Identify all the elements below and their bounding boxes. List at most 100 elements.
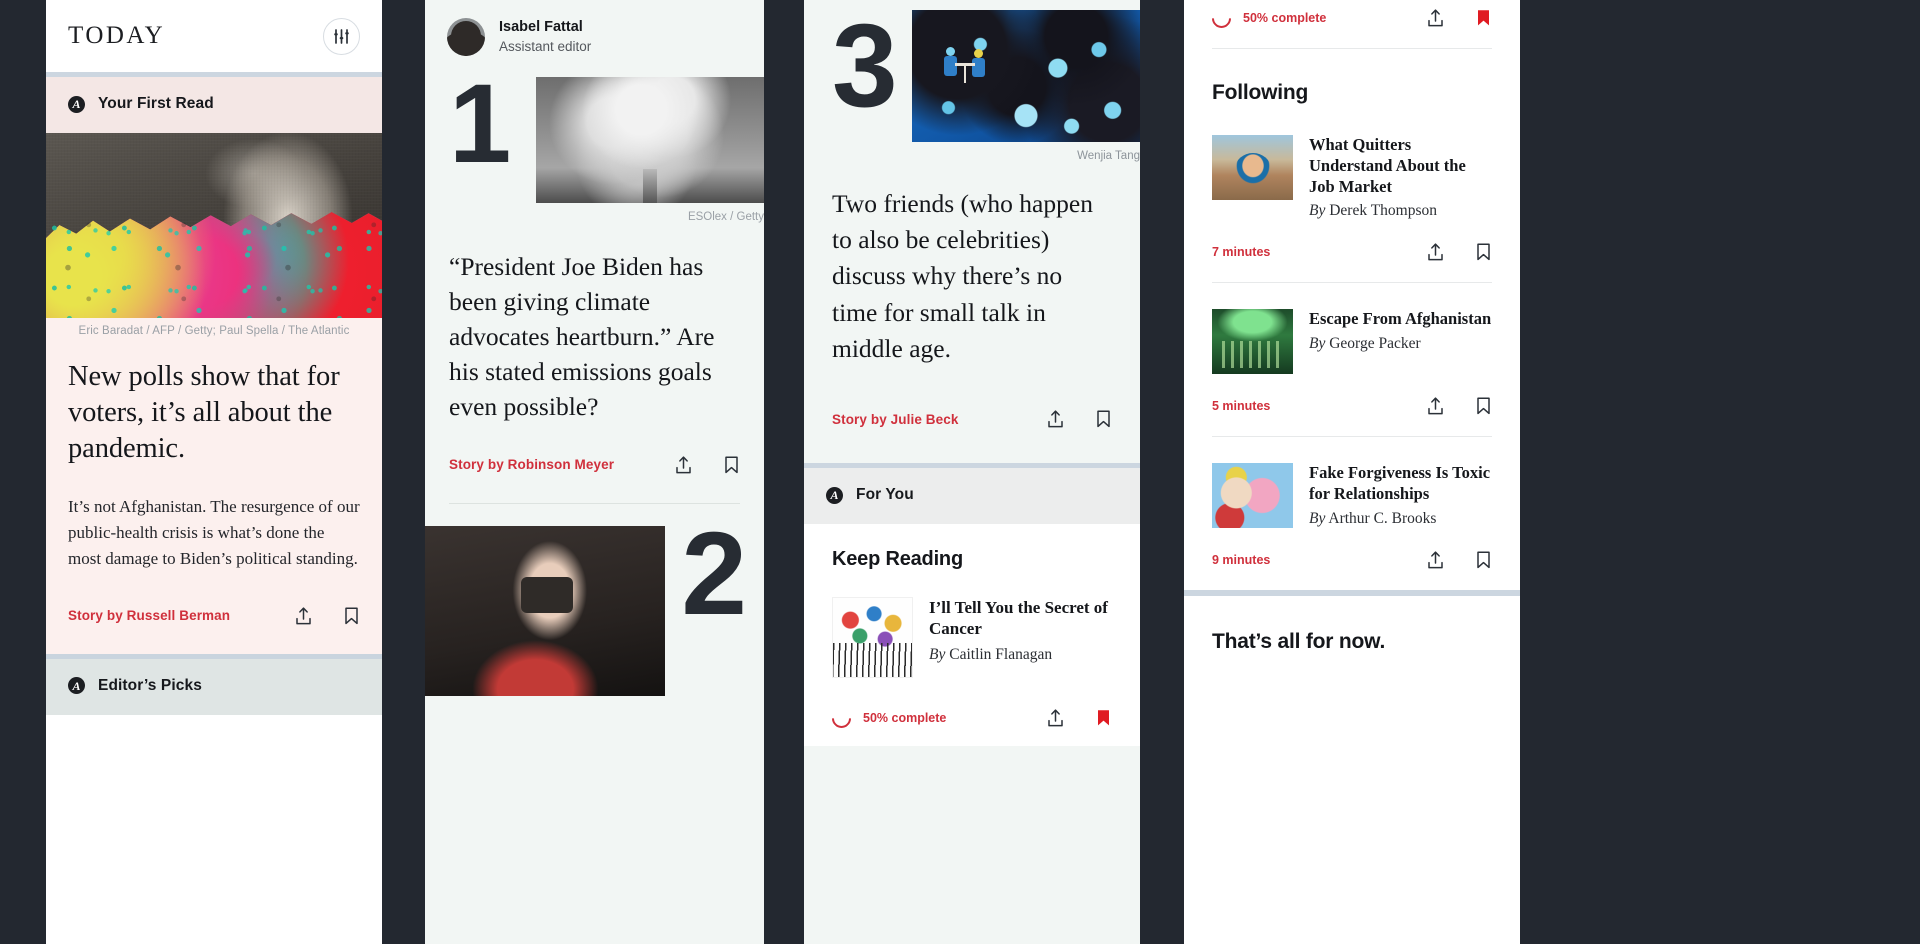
- hero-credit: Eric Baradat / AFP / Getty; Paul Spella …: [46, 318, 382, 337]
- author-role: Assistant editor: [499, 38, 592, 54]
- panel-today: TODAY A Your First Read Eric Baradat / A…: [46, 0, 382, 944]
- article-author: By George Packer: [1309, 335, 1491, 353]
- share-icon[interactable]: [674, 455, 693, 475]
- by-prefix: By: [929, 645, 946, 663]
- share-icon[interactable]: [1426, 8, 1445, 28]
- progress-row: 50% complete: [1184, 0, 1520, 32]
- figures-illustration: [943, 46, 996, 93]
- list-item[interactable]: I’ll Tell You the Secret of Cancer By Ca…: [832, 571, 1112, 679]
- bookmark-filled-icon[interactable]: [1475, 8, 1492, 28]
- today-wordmark: TODAY: [68, 22, 166, 49]
- gutter-1-2: [382, 0, 425, 944]
- action-icons: [1426, 550, 1492, 570]
- list-item[interactable]: Escape From Afghanistan By George Packer: [1212, 283, 1492, 375]
- by-prefix: By: [1309, 509, 1326, 527]
- sliders-icon[interactable]: [323, 17, 360, 55]
- hero-image[interactable]: [46, 133, 382, 318]
- following-block: Following What Quitters Understand About…: [1184, 48, 1520, 590]
- share-icon[interactable]: [1426, 242, 1445, 262]
- section-your-first-read[interactable]: A Your First Read: [46, 77, 382, 133]
- section-label: Editor’s Picks: [98, 676, 202, 694]
- story-byline[interactable]: Story by Russell Berman: [68, 608, 230, 623]
- share-icon[interactable]: [1046, 409, 1065, 429]
- mask-photo[interactable]: [425, 525, 665, 696]
- item-quote[interactable]: “President Joe Biden has been giving cli…: [425, 223, 764, 425]
- bookmark-icon[interactable]: [1095, 409, 1112, 429]
- gutter-3-4: [1140, 0, 1184, 944]
- section-editors-picks[interactable]: A Editor’s Picks: [46, 658, 382, 715]
- author-name: Isabel Fattal: [499, 19, 583, 35]
- item-quote[interactable]: Two friends (who happen to also be celeb…: [804, 162, 1140, 367]
- bookmark-icon[interactable]: [723, 455, 740, 475]
- bookmark-icon[interactable]: [1475, 396, 1492, 416]
- item-image-block: ESOlex / Getty: [536, 76, 764, 223]
- item-number: 1: [449, 60, 511, 186]
- atlantic-mark-icon: A: [68, 677, 85, 695]
- article-author: By Arthur C. Brooks: [1309, 510, 1492, 528]
- article-title: What Quitters Understand About the Job M…: [1309, 135, 1466, 196]
- image-credit: ESOlex / Getty: [687, 210, 764, 223]
- panel-for-you: 3 Wenjia Tang Two friends (who happen to…: [804, 0, 1140, 944]
- story-byline[interactable]: Story by Julie Beck: [832, 412, 958, 427]
- headline[interactable]: New polls show that for voters, it’s all…: [68, 359, 360, 468]
- list-item-meta: 7 minutes: [1212, 220, 1492, 282]
- item-image-block: Wenjia Tang: [912, 10, 1140, 162]
- article-author: By Caitlin Flanagan: [929, 646, 1112, 664]
- bookmark-icon[interactable]: [1475, 550, 1492, 570]
- share-icon[interactable]: [294, 606, 313, 626]
- section-label: For You: [856, 486, 914, 504]
- article-thumbnail: [1212, 463, 1293, 529]
- progress-row: 50% complete: [828, 678, 1112, 746]
- list-item[interactable]: Fake Forgiveness Is Toxic for Relationsh…: [1212, 437, 1492, 529]
- byline-row: Story by Russell Berman: [46, 571, 382, 654]
- action-icons: [1046, 708, 1112, 728]
- action-icons: [1046, 409, 1112, 429]
- share-icon[interactable]: [1426, 396, 1445, 416]
- article-thumbnail: [1212, 135, 1293, 200]
- article-thumbnail: [1212, 309, 1293, 375]
- story-body: New polls show that for voters, it’s all…: [46, 337, 382, 572]
- progress-indicator: 50% complete: [1208, 4, 1327, 32]
- numbered-item-3: 3 Wenjia Tang: [804, 0, 1140, 162]
- read-time: 7 minutes: [1212, 245, 1271, 260]
- progress-ring-icon: [828, 704, 855, 732]
- today-header: TODAY: [46, 0, 382, 72]
- article-title: Escape From Afghanistan: [1309, 309, 1492, 329]
- illustration-credit: Wenjia Tang: [1077, 150, 1140, 162]
- item-number: 2: [681, 507, 747, 640]
- smokestack-image[interactable]: [536, 76, 764, 203]
- article-author: By Derek Thompson: [1309, 202, 1492, 220]
- list-item-meta: 5 minutes: [1212, 374, 1492, 436]
- hero-paint-overlay: [46, 210, 382, 318]
- byline-row: Story by Robinson Meyer: [425, 425, 764, 475]
- bookmark-filled-icon[interactable]: [1095, 708, 1112, 728]
- read-time: 5 minutes: [1212, 399, 1271, 414]
- keep-reading-title: Keep Reading: [832, 548, 963, 571]
- gutter-2-3: [764, 0, 804, 944]
- progress-text: 50% complete: [1243, 11, 1327, 25]
- illustration-image[interactable]: [912, 10, 1140, 142]
- section-for-you[interactable]: A For You: [804, 468, 1140, 525]
- atlantic-mark-icon: A: [826, 486, 843, 504]
- bookmark-icon[interactable]: [1475, 242, 1492, 262]
- author-name: Derek Thompson: [1329, 202, 1438, 220]
- item-number: 3: [832, 0, 898, 132]
- action-icons: [674, 455, 740, 475]
- avatar: [447, 18, 485, 57]
- numbered-item-1: 1 ESOlex / Getty: [425, 60, 764, 223]
- story-byline[interactable]: Story by Robinson Meyer: [449, 457, 614, 472]
- share-icon[interactable]: [1046, 708, 1065, 728]
- following-title: Following: [1212, 81, 1309, 104]
- action-icons: [1426, 396, 1492, 416]
- share-icon[interactable]: [1426, 550, 1445, 570]
- atlantic-mark-icon: A: [68, 95, 85, 113]
- numbered-item-2: 2: [425, 504, 764, 696]
- gutter-left: [0, 0, 46, 944]
- byline-row: Story by Julie Beck: [804, 367, 1140, 463]
- bookmark-icon[interactable]: [343, 606, 360, 626]
- progress-ring-icon: [1208, 4, 1235, 32]
- article-thumbnail: [832, 597, 913, 679]
- action-icons: [1426, 8, 1492, 28]
- list-item[interactable]: What Quitters Understand About the Job M…: [1212, 109, 1492, 220]
- section-label: Your First Read: [98, 95, 214, 112]
